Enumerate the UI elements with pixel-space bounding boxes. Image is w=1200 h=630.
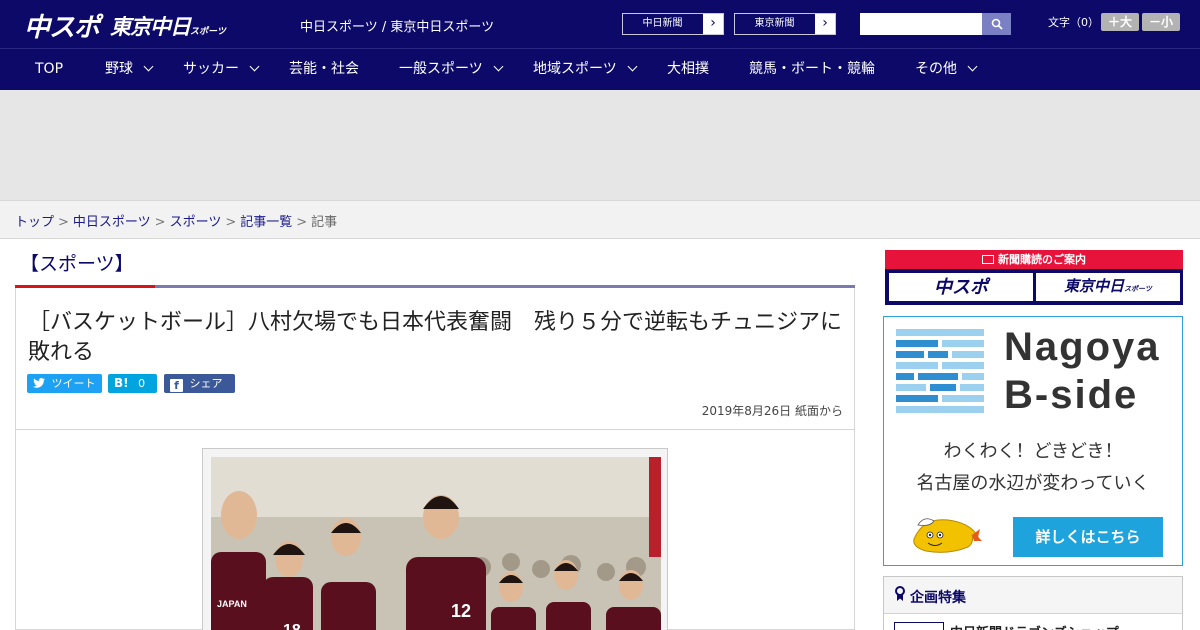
chevron-down-icon bbox=[249, 61, 260, 72]
nav-label: サッカー bbox=[183, 61, 239, 77]
article-photo[interactable]: JAPAN 18 12 bbox=[211, 457, 661, 630]
subscription-header: 新聞購読のご案内 bbox=[885, 250, 1183, 269]
font-smaller-button[interactable]: －小 bbox=[1142, 13, 1180, 31]
subscription-tokyo-chunichi-text: 東京中日 bbox=[1064, 278, 1125, 295]
nav-item-general-sports[interactable]: 一般スポーツ bbox=[399, 49, 504, 91]
jersey-number: 18 bbox=[283, 622, 301, 630]
bside-brick-logo bbox=[896, 329, 984, 413]
article-divider bbox=[16, 429, 854, 430]
article-date: 2019年8月26日 紙面から bbox=[701, 404, 843, 418]
hatena-icon: B! bbox=[114, 376, 129, 390]
top-header: 中スポ 東京中日スポーツ 中日スポーツ / 東京中日スポーツ 中日新聞 › 東京… bbox=[0, 0, 1200, 48]
tokyo-chunichi-logo-sub: スポーツ bbox=[190, 26, 226, 36]
jersey-text: JAPAN bbox=[217, 599, 247, 609]
subscription-chuspo-logo[interactable]: 中スポ bbox=[889, 273, 1033, 301]
facebook-count: 0 bbox=[173, 396, 180, 409]
tweet-button[interactable]: ツイート bbox=[27, 374, 102, 393]
breadcrumb: トップ > 中日スポーツ > スポーツ > 記事一覧 > 記事 bbox=[0, 200, 1200, 239]
tokyo-shimbun-link[interactable]: 東京新聞 › bbox=[734, 13, 836, 35]
facebook-share-button[interactable]: f シェア 0 bbox=[164, 374, 235, 409]
nav-label: 野球 bbox=[105, 61, 133, 77]
chuspo-logo[interactable]: 中スポ bbox=[24, 7, 100, 44]
twitter-icon bbox=[33, 378, 45, 388]
chevron-right-icon: › bbox=[710, 15, 716, 31]
nav-label: TOP bbox=[35, 61, 64, 77]
article-title: ［バスケットボール］八村欠場でも日本代表奮闘 残り５分で逆転もチュニジアに敗れる bbox=[28, 310, 843, 365]
fried-shrimp-mascot-icon bbox=[913, 518, 982, 553]
facebook-icon: f bbox=[170, 379, 183, 392]
subscription-box[interactable]: 新聞購読のご案内 中スポ 東京中日スポーツ bbox=[885, 250, 1183, 305]
jersey-number: 12 bbox=[451, 601, 471, 621]
chunichi-shimbun-label: 中日新聞 bbox=[623, 14, 703, 34]
nav-item-local-sports[interactable]: 地域スポーツ bbox=[533, 49, 638, 91]
feature-header: 企画特集 bbox=[910, 590, 966, 606]
breadcrumb-current: 記事 bbox=[311, 215, 338, 230]
nav-item-top[interactable]: TOP bbox=[35, 49, 63, 91]
breadcrumb-article-list[interactable]: 記事一覧 bbox=[240, 215, 292, 230]
article-container: ［バスケットボール］八村欠場でも日本代表奮闘 残り５分で逆転もチュニジアに敗れる… bbox=[15, 288, 855, 630]
search-button[interactable] bbox=[982, 13, 1011, 35]
nav-item-baseball[interactable]: 野球 bbox=[105, 49, 154, 91]
chunichi-shimbun-link[interactable]: 中日新聞 › bbox=[622, 13, 724, 35]
feature-item[interactable]: 中日新聞ドラゴンズショップ bbox=[884, 613, 1182, 630]
breadcrumb-separator: > bbox=[58, 215, 69, 230]
feature-item-title: 中日新聞ドラゴンズショップ bbox=[950, 622, 1119, 630]
chevron-right-icon: › bbox=[822, 15, 828, 31]
hatena-count: 0 bbox=[138, 377, 146, 390]
chevron-down-icon bbox=[143, 61, 154, 72]
article-photo-frame: JAPAN 18 12 bbox=[202, 448, 668, 630]
chevron-down-icon bbox=[967, 61, 978, 72]
feature-thumbnail bbox=[894, 622, 944, 630]
breadcrumb-chuspo[interactable]: 中日スポーツ bbox=[73, 215, 151, 230]
article-category: 【スポーツ】 bbox=[20, 253, 134, 275]
hatena-bookmark-button[interactable]: B! 0 bbox=[108, 374, 157, 393]
font-size-label: 文字（0） bbox=[1048, 16, 1099, 29]
breadcrumb-sports[interactable]: スポーツ bbox=[170, 215, 222, 230]
breadcrumb-separator: > bbox=[154, 215, 166, 230]
ribbon-icon bbox=[895, 586, 905, 601]
nav-label: その他 bbox=[915, 61, 957, 77]
newspaper-icon bbox=[982, 255, 994, 264]
breadcrumb-home[interactable]: トップ bbox=[15, 215, 54, 230]
ad-banner-area bbox=[0, 90, 1200, 200]
chevron-down-icon bbox=[493, 61, 504, 72]
bside-title: Nagoya B-side bbox=[1004, 323, 1161, 419]
subscription-header-label: 新聞購読のご案内 bbox=[998, 253, 1086, 266]
nav-label: 一般スポーツ bbox=[399, 61, 483, 77]
bside-tagline-1: わくわく！どきどき！ bbox=[943, 441, 1123, 462]
font-larger-button[interactable]: ＋大 bbox=[1101, 13, 1139, 31]
facebook-share-label: シェア bbox=[189, 377, 223, 390]
site-links[interactable]: 中日スポーツ / 東京中日スポーツ bbox=[300, 16, 494, 35]
feature-section: 企画特集 中日新聞ドラゴンズショップ bbox=[883, 576, 1183, 630]
nav-item-other[interactable]: その他 bbox=[915, 49, 978, 91]
breadcrumb-separator: > bbox=[225, 215, 237, 230]
tweet-label: ツイート bbox=[51, 377, 96, 390]
breadcrumb-separator: > bbox=[296, 215, 308, 230]
subscription-tokyo-chunichi-logo[interactable]: 東京中日スポーツ bbox=[1036, 273, 1180, 301]
main-nav: TOP 野球 サッカー 芸能・社会 一般スポーツ 地域スポーツ 大相撲 競馬・ボ… bbox=[0, 48, 1200, 90]
search-icon bbox=[991, 18, 1003, 30]
tokyo-chunichi-logo[interactable]: 東京中日スポーツ bbox=[110, 11, 226, 41]
nav-item-entertainment[interactable]: 芸能・社会 bbox=[289, 49, 359, 91]
basketball-team-photo: JAPAN 18 12 bbox=[211, 457, 661, 630]
search-input[interactable] bbox=[860, 13, 982, 35]
chevron-down-icon bbox=[627, 61, 638, 72]
nav-item-racing[interactable]: 競馬・ボート・競輪 bbox=[749, 49, 875, 91]
nav-label: 地域スポーツ bbox=[533, 61, 617, 77]
nav-item-soccer[interactable]: サッカー bbox=[183, 49, 260, 91]
subscription-tokyo-chunichi-sub: スポーツ bbox=[1124, 286, 1152, 293]
tokyo-chunichi-logo-text: 東京中日 bbox=[110, 16, 191, 39]
tokyo-shimbun-label: 東京新聞 bbox=[735, 14, 815, 34]
nagoya-bside-banner[interactable]: Nagoya B-side わくわく！どきどき！ 名古屋の水辺が変わっていく 詳… bbox=[883, 316, 1183, 566]
bside-details-button[interactable]: 詳しくはこちら bbox=[1013, 517, 1163, 557]
bside-title-line1: Nagoya bbox=[1004, 325, 1161, 369]
nav-item-sumo[interactable]: 大相撲 bbox=[667, 49, 709, 91]
bside-tagline-2: 名古屋の水辺が変わっていく bbox=[916, 473, 1150, 494]
bside-title-line2: B-side bbox=[1004, 373, 1139, 417]
nav-label: 競馬・ボート・競輪 bbox=[749, 61, 875, 77]
nav-label: 芸能・社会 bbox=[289, 61, 359, 77]
nav-label: 大相撲 bbox=[667, 61, 709, 77]
